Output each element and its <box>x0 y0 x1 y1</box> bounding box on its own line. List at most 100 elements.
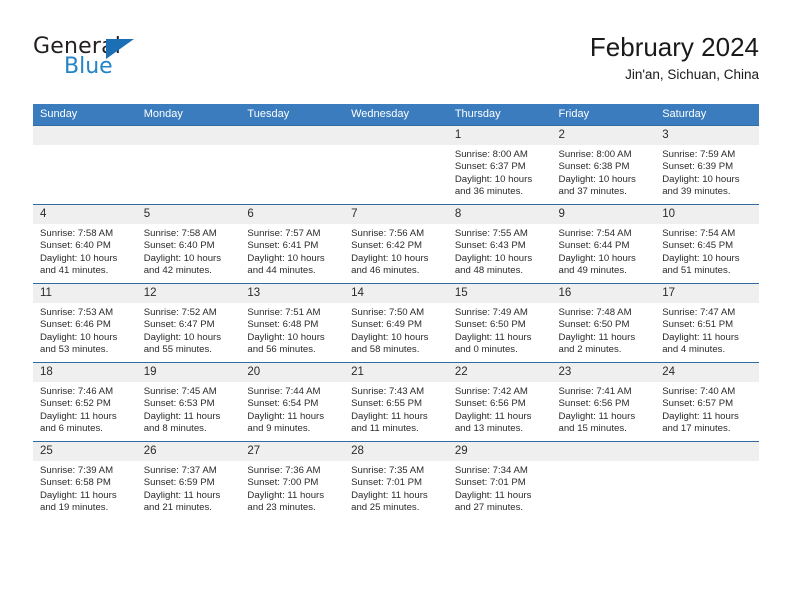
sunset-time: Sunset: 6:53 PM <box>143 398 215 410</box>
day-sun-info: Sunrise: 7:42 AM Sunset: 6:56 PM Daylight:… <box>448 382 552 436</box>
calendar-day-cell[interactable]: 8 Sunrise: 7:55 AM Sunset: 6:43 PM Daylight… <box>447 204 552 284</box>
sunrise-time: Sunrise: 7:36 AM <box>247 465 321 476</box>
day-cell-inner: 4 Sunrise: 7:58 AM Sunset: 6:40 PM Daylight… <box>33 205 137 283</box>
calendar-day-cell[interactable]: 25 Sunrise: 7:39 AM Sunset: 6:58 PM Dayligh… <box>33 441 137 520</box>
page-subtitle: Jin'an, Sichuan, China <box>625 67 759 82</box>
daylight-duration-line2: and 6 minutes. <box>40 423 103 435</box>
day-number: 8 <box>447 205 552 224</box>
sunrise-time: Sunrise: 7:58 AM <box>40 228 114 239</box>
calendar-day-cell[interactable]: 21 Sunrise: 7:43 AM Sunset: 6:55 PM Dayligh… <box>344 362 448 442</box>
calendar-day-cell[interactable]: 5 Sunrise: 7:58 AM Sunset: 6:40 PM Daylight… <box>136 204 241 284</box>
calendar-day-cell[interactable]: 12 Sunrise: 7:52 AM Sunset: 6:47 PM Dayligh… <box>136 283 241 363</box>
day-cell-inner: 6 Sunrise: 7:57 AM Sunset: 6:41 PM Daylight… <box>240 205 345 283</box>
day-number <box>551 442 656 461</box>
general-blue-logo[interactable]: General Blue <box>33 34 233 90</box>
day-cell-inner: 7 Sunrise: 7:56 AM Sunset: 6:42 PM Daylight… <box>344 205 448 283</box>
day-sun-info: Sunrise: 7:58 AM Sunset: 6:40 PM Daylight:… <box>33 224 137 278</box>
day-cell-inner: 17 Sunrise: 7:47 AM Sunset: 6:51 PM Dayligh… <box>655 284 759 362</box>
sunset-time: Sunset: 6:43 PM <box>454 240 526 252</box>
sunrise-time: Sunrise: 7:59 AM <box>662 149 736 160</box>
daylight-duration-line1: Daylight: 10 hours <box>40 252 118 264</box>
day-sun-info: Sunrise: 7:34 AM Sunset: 7:01 PM Daylight:… <box>448 461 552 515</box>
calendar-day-cell[interactable]: 14 Sunrise: 7:50 AM Sunset: 6:49 PM Dayligh… <box>344 283 448 363</box>
day-sun-info: Sunrise: 7:37 AM Sunset: 6:59 PM Daylight:… <box>137 461 241 515</box>
calendar-day-cell[interactable]: 28 Sunrise: 7:35 AM Sunset: 7:01 PM Dayligh… <box>344 441 448 520</box>
daylight-duration-line2: and 21 minutes. <box>143 502 212 514</box>
daylight-duration-line1: Daylight: 11 hours <box>40 489 117 501</box>
calendar-day-cell[interactable]: 6 Sunrise: 7:57 AM Sunset: 6:41 PM Daylight… <box>240 204 345 284</box>
daylight-duration-line2: and 39 minutes. <box>662 186 731 198</box>
calendar-day-cell[interactable]: 4 Sunrise: 7:58 AM Sunset: 6:40 PM Daylight… <box>33 204 137 284</box>
day-cell-inner: 21 Sunrise: 7:43 AM Sunset: 6:55 PM Dayligh… <box>344 363 448 441</box>
day-number: 28 <box>344 442 448 461</box>
sunset-time: Sunset: 7:01 PM <box>351 477 423 489</box>
sunrise-time: Sunrise: 7:45 AM <box>143 386 217 397</box>
calendar-day-cell[interactable]: 11 Sunrise: 7:53 AM Sunset: 6:46 PM Dayligh… <box>33 283 137 363</box>
day-cell-inner: 19 Sunrise: 7:45 AM Sunset: 6:53 PM Dayligh… <box>136 363 241 441</box>
calendar-day-cell[interactable]: 26 Sunrise: 7:37 AM Sunset: 6:59 PM Dayligh… <box>136 441 241 520</box>
day-cell-inner: 24 Sunrise: 7:40 AM Sunset: 6:57 PM Dayligh… <box>655 363 759 441</box>
sunset-time: Sunset: 6:44 PM <box>558 240 630 252</box>
day-cell-inner <box>136 126 241 204</box>
day-number: 18 <box>33 363 137 382</box>
daylight-duration-line2: and 37 minutes. <box>558 186 627 198</box>
calendar-day-cell[interactable]: 1 Sunrise: 8:00 AM Sunset: 6:37 PM Daylight… <box>447 125 552 205</box>
day-sun-info: Sunrise: 7:43 AM Sunset: 6:55 PM Daylight:… <box>344 382 448 436</box>
sunrise-time: Sunrise: 7:49 AM <box>454 307 528 318</box>
sunrise-time: Sunrise: 7:51 AM <box>247 307 321 318</box>
sunset-time: Sunset: 6:54 PM <box>247 398 319 410</box>
calendar-day-cell[interactable]: 3 Sunrise: 7:59 AM Sunset: 6:39 PM Daylight… <box>655 125 759 205</box>
daylight-duration-line1: Daylight: 10 hours <box>351 331 429 343</box>
calendar-week-row: 25 Sunrise: 7:39 AM Sunset: 6:58 PM Dayligh… <box>33 441 759 520</box>
day-number: 5 <box>136 205 241 224</box>
calendar-day-cell[interactable]: 29 Sunrise: 7:34 AM Sunset: 7:01 PM Dayligh… <box>447 441 552 520</box>
calendar-day-cell[interactable]: 20 Sunrise: 7:44 AM Sunset: 6:54 PM Dayligh… <box>240 362 345 442</box>
calendar-day-cell[interactable]: 9 Sunrise: 7:54 AM Sunset: 6:44 PM Daylight… <box>551 204 656 284</box>
daylight-duration-line2: and 53 minutes. <box>40 344 109 356</box>
calendar-day-cell-empty <box>344 125 448 205</box>
calendar-day-cell[interactable]: 17 Sunrise: 7:47 AM Sunset: 6:51 PM Dayligh… <box>655 283 759 363</box>
daylight-duration-line1: Daylight: 11 hours <box>143 489 221 501</box>
daylight-duration-line2: and 41 minutes. <box>40 265 109 277</box>
day-cell-inner: 10 Sunrise: 7:54 AM Sunset: 6:45 PM Dayligh… <box>655 205 759 283</box>
daylight-duration-line1: Daylight: 10 hours <box>247 252 325 264</box>
day-sun-info: Sunrise: 8:00 AM Sunset: 6:37 PM Daylight:… <box>448 145 552 199</box>
calendar-day-cell[interactable]: 7 Sunrise: 7:56 AM Sunset: 6:42 PM Daylight… <box>344 204 448 284</box>
sunrise-time: Sunrise: 7:52 AM <box>143 307 217 318</box>
sunrise-time: Sunrise: 7:42 AM <box>454 386 528 397</box>
sunrise-time: Sunrise: 7:57 AM <box>247 228 321 239</box>
calendar-day-cell[interactable]: 13 Sunrise: 7:51 AM Sunset: 6:48 PM Dayligh… <box>240 283 345 363</box>
daylight-duration-line1: Daylight: 10 hours <box>247 331 325 343</box>
sunset-time: Sunset: 6:50 PM <box>454 319 526 331</box>
day-number: 25 <box>33 442 137 461</box>
daylight-duration-line1: Daylight: 10 hours <box>454 252 533 264</box>
daylight-duration-line2: and 48 minutes. <box>454 265 524 277</box>
sunrise-time: Sunrise: 7:37 AM <box>143 465 217 476</box>
calendar-day-cell[interactable]: 24 Sunrise: 7:40 AM Sunset: 6:57 PM Dayligh… <box>655 362 759 442</box>
day-cell-inner: 23 Sunrise: 7:41 AM Sunset: 6:56 PM Dayligh… <box>551 363 656 441</box>
day-number: 21 <box>344 363 448 382</box>
calendar-day-cell[interactable]: 23 Sunrise: 7:41 AM Sunset: 6:56 PM Dayligh… <box>551 362 656 442</box>
day-number: 6 <box>240 205 345 224</box>
day-sun-info: Sunrise: 7:40 AM Sunset: 6:57 PM Daylight:… <box>655 382 759 436</box>
day-cell-inner <box>551 442 656 520</box>
calendar-day-cell[interactable]: 2 Sunrise: 8:00 AM Sunset: 6:38 PM Daylight… <box>551 125 656 205</box>
daylight-duration-line2: and 15 minutes. <box>558 423 627 435</box>
day-number: 17 <box>655 284 759 303</box>
calendar-day-cell[interactable]: 22 Sunrise: 7:42 AM Sunset: 6:56 PM Dayligh… <box>447 362 552 442</box>
day-number: 11 <box>33 284 137 303</box>
day-cell-inner: 1 Sunrise: 8:00 AM Sunset: 6:37 PM Daylight… <box>447 126 552 204</box>
sunrise-time: Sunrise: 7:55 AM <box>454 228 528 239</box>
daylight-duration-line2: and 36 minutes. <box>454 186 524 198</box>
calendar-day-cell[interactable]: 18 Sunrise: 7:46 AM Sunset: 6:52 PM Dayligh… <box>33 362 137 442</box>
calendar-day-cell[interactable]: 16 Sunrise: 7:48 AM Sunset: 6:50 PM Dayligh… <box>551 283 656 363</box>
day-cell-inner: 20 Sunrise: 7:44 AM Sunset: 6:54 PM Dayligh… <box>240 363 345 441</box>
day-number <box>240 126 345 145</box>
calendar-day-cell[interactable]: 27 Sunrise: 7:36 AM Sunset: 7:00 PM Dayligh… <box>240 441 345 520</box>
calendar-day-cell[interactable]: 15 Sunrise: 7:49 AM Sunset: 6:50 PM Dayligh… <box>447 283 552 363</box>
calendar-day-cell[interactable]: 10 Sunrise: 7:54 AM Sunset: 6:45 PM Dayligh… <box>655 204 759 284</box>
day-cell-inner: 27 Sunrise: 7:36 AM Sunset: 7:00 PM Dayligh… <box>240 442 345 520</box>
calendar-day-cell[interactable]: 19 Sunrise: 7:45 AM Sunset: 6:53 PM Dayligh… <box>136 362 241 442</box>
day-number: 27 <box>240 442 345 461</box>
day-number <box>344 126 448 145</box>
